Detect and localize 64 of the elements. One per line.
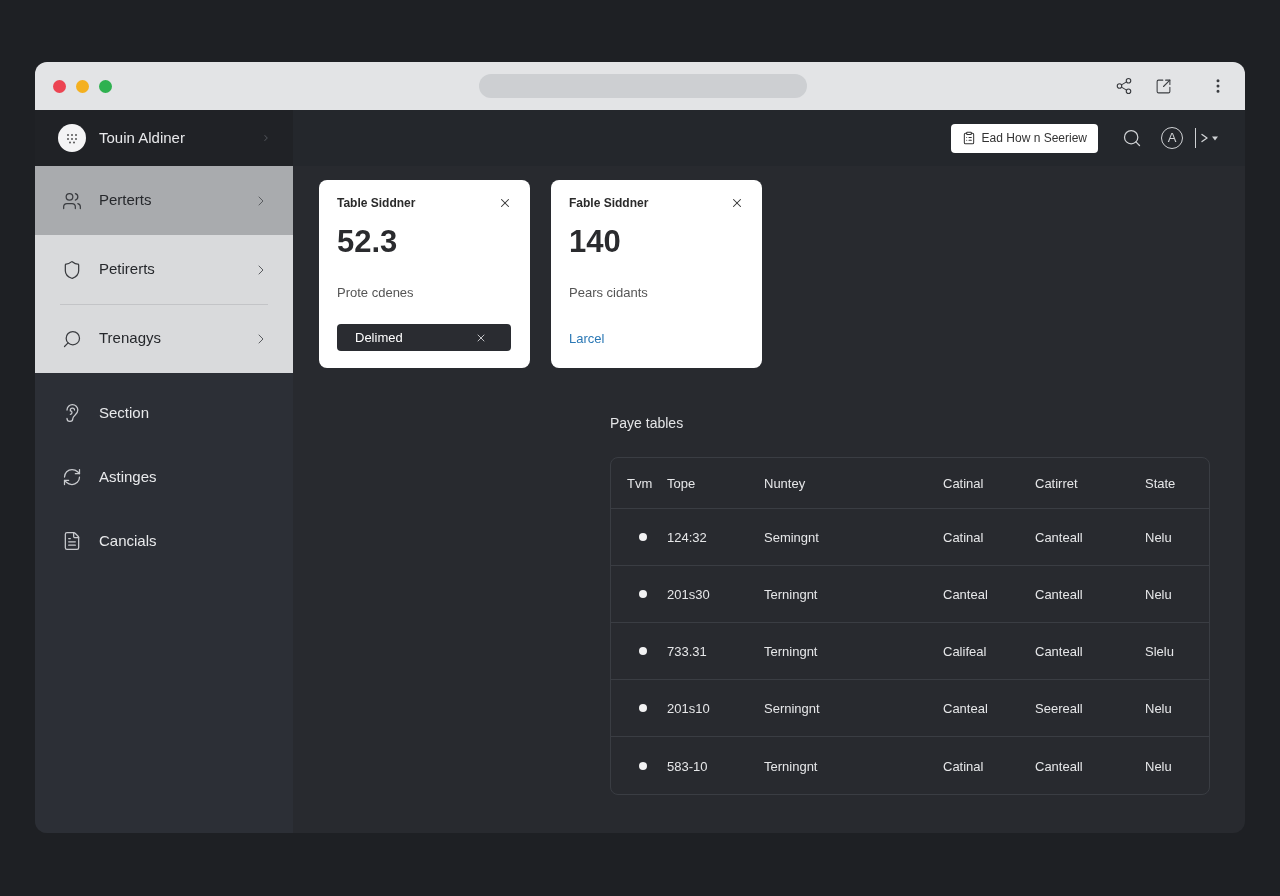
column-header: State: [1145, 476, 1176, 491]
table-cell: Seereall: [1035, 701, 1083, 716]
table-cell: Nelu: [1145, 758, 1172, 774]
table-cell: 201s30: [667, 587, 710, 602]
column-header: Tope: [667, 476, 696, 491]
table-cell: Canteall: [1035, 530, 1083, 545]
status-dot-icon: [639, 704, 647, 712]
magnifier-icon: [62, 328, 82, 349]
column-header: Tvm: [627, 476, 653, 491]
table-cell: Catinal: [943, 530, 984, 545]
app-name: Touin Aldiner: [99, 127, 186, 148]
clipboard-icon: [961, 131, 976, 145]
table-cell: 201s10: [667, 701, 710, 716]
table-cell: Canteall: [1035, 644, 1083, 659]
table-cell: Terningnt: [764, 644, 818, 659]
sidebar-item[interactable]: Trenagys: [35, 304, 293, 373]
expand-caret-icon[interactable]: [1201, 133, 1219, 143]
table-cell: Nelu: [1145, 701, 1172, 716]
table-cell: 124:32: [667, 530, 707, 545]
users-icon: [62, 190, 82, 211]
table-cell: Califeal: [943, 644, 987, 659]
table-cell: Catinal: [943, 758, 984, 774]
column-header: Nuntey: [764, 476, 806, 491]
status-dot-icon: [639, 647, 647, 655]
refresh-icon: [62, 467, 82, 487]
tag-chip[interactable]: Delimed: [337, 324, 511, 351]
external-link-icon[interactable]: [1155, 77, 1172, 95]
card-caption: Pears cidants: [569, 284, 648, 302]
table-cell: 733.31: [667, 644, 707, 659]
card-caption: Prote cdenes: [337, 284, 414, 302]
table-cell: Slelu: [1145, 644, 1174, 659]
card-value: 52.3: [337, 224, 398, 260]
table-cell: Semingnt: [764, 530, 819, 545]
table-cell: 583-10: [667, 758, 708, 774]
window-close-icon[interactable]: [53, 79, 66, 93]
column-header: Catirret: [1035, 476, 1078, 491]
document-icon: [62, 531, 82, 551]
table-cell: Canteal: [943, 587, 988, 602]
table-cell: Serningnt: [764, 701, 820, 716]
table-cell: Terningnt: [764, 587, 818, 602]
close-icon[interactable]: [498, 196, 512, 210]
card-title: Fable Siddner: [569, 195, 649, 211]
logo-icon: [58, 124, 86, 152]
table-cell: Terningnt: [764, 758, 818, 774]
table-cell: Canteal: [943, 701, 988, 716]
status-dot-icon: [639, 533, 647, 541]
column-header: Catinal: [943, 476, 984, 491]
sidebar-item[interactable]: Petirerts: [35, 235, 293, 304]
table-cell: Canteall: [1035, 587, 1083, 602]
share-icon[interactable]: [1115, 77, 1133, 95]
search-icon[interactable]: [1122, 128, 1142, 148]
sidebar-item[interactable]: Perterts: [35, 166, 293, 235]
table-cell: Canteall: [1035, 758, 1083, 774]
status-dot-icon: [639, 590, 647, 598]
card-link[interactable]: Larcel: [569, 330, 605, 348]
status-dot-icon: [639, 761, 647, 770]
section-title: Paye tables: [610, 414, 684, 433]
card-title: Table Siddner: [337, 195, 416, 211]
header-action-button[interactable]: Ead How n Seeriew: [950, 123, 1098, 153]
close-icon[interactable]: [730, 196, 744, 210]
table-cell: Nelu: [1145, 587, 1172, 602]
table-cell: Nelu: [1145, 530, 1172, 545]
shield-icon: [62, 259, 82, 280]
card-value: 140: [569, 224, 621, 260]
